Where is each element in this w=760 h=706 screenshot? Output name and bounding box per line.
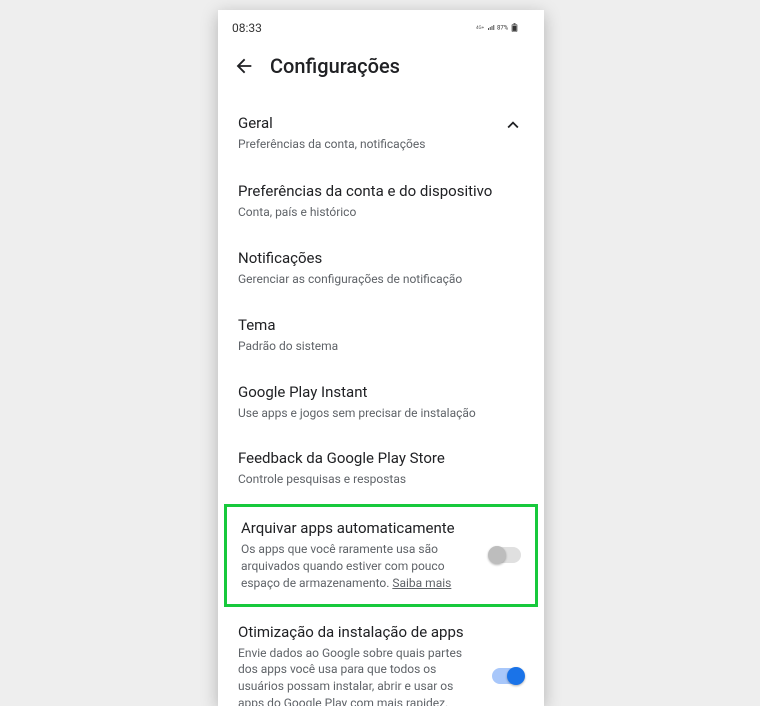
phone-frame: 08:33 4G+ 87% [218,10,544,706]
app-bar: Configurações [218,42,544,90]
arrow-back-icon [233,55,255,77]
item-subtitle: Padrão do sistema [238,338,524,355]
item-title: Otimização da instalação de apps [238,623,480,641]
setting-theme[interactable]: Tema Padrão do sistema [218,302,544,369]
item-title: Preferências da conta e do dispositivo [238,182,524,200]
toggle-knob [488,546,506,564]
item-subtitle: Conta, país e histórico [238,204,524,221]
setting-feedback[interactable]: Feedback da Google Play Store Controle p… [218,435,544,502]
status-icons: 4G+ 87% [476,22,530,34]
back-button[interactable] [222,44,266,88]
setting-install-optimization[interactable]: Otimização da instalação de apps Envie d… [218,609,544,706]
highlight-auto-archive: Arquivar apps automaticamente Os apps qu… [224,504,538,606]
auto-archive-toggle[interactable] [489,547,521,563]
section-subtitle: Preferências da conta, notificações [238,136,502,152]
item-subtitle: Controle pesquisas e respostas [238,471,524,488]
item-subtitle: Use apps e jogos sem precisar de instala… [238,405,524,422]
setting-notifications[interactable]: Notificações Gerenciar as configurações … [218,235,544,302]
status-time: 08:33 [232,21,262,35]
section-geral[interactable]: Geral Preferências da conta, notificaçõe… [218,98,544,168]
section-title: Geral [238,114,502,132]
install-opt-toggle[interactable] [492,668,524,684]
item-subtitle: Gerenciar as configurações de notificaçã… [238,271,524,288]
toggle-knob [507,667,525,685]
item-subtitle: Envie dados ao Google sobre quais partes… [238,645,480,706]
item-title: Arquivar apps automaticamente [241,519,477,537]
learn-more-link[interactable]: Saiba mais [392,576,451,590]
network-type-icon: 4G+ [476,25,485,31]
chevron-up-icon [502,114,524,136]
item-title: Notificações [238,249,524,267]
setting-auto-archive[interactable]: Arquivar apps automaticamente Os apps qu… [241,519,521,591]
battery-pct: 87% [497,25,509,32]
setting-account-prefs[interactable]: Preferências da conta e do dispositivo C… [218,168,544,235]
status-bar: 08:33 4G+ 87% [218,10,544,42]
item-title: Tema [238,316,524,334]
item-title: Google Play Instant [238,383,524,401]
item-subtitle: Os apps que você raramente usa são arqui… [241,541,477,591]
page-title: Configurações [270,54,400,78]
setting-play-instant[interactable]: Google Play Instant Use apps e jogos sem… [218,369,544,436]
item-title: Feedback da Google Play Store [238,449,524,467]
